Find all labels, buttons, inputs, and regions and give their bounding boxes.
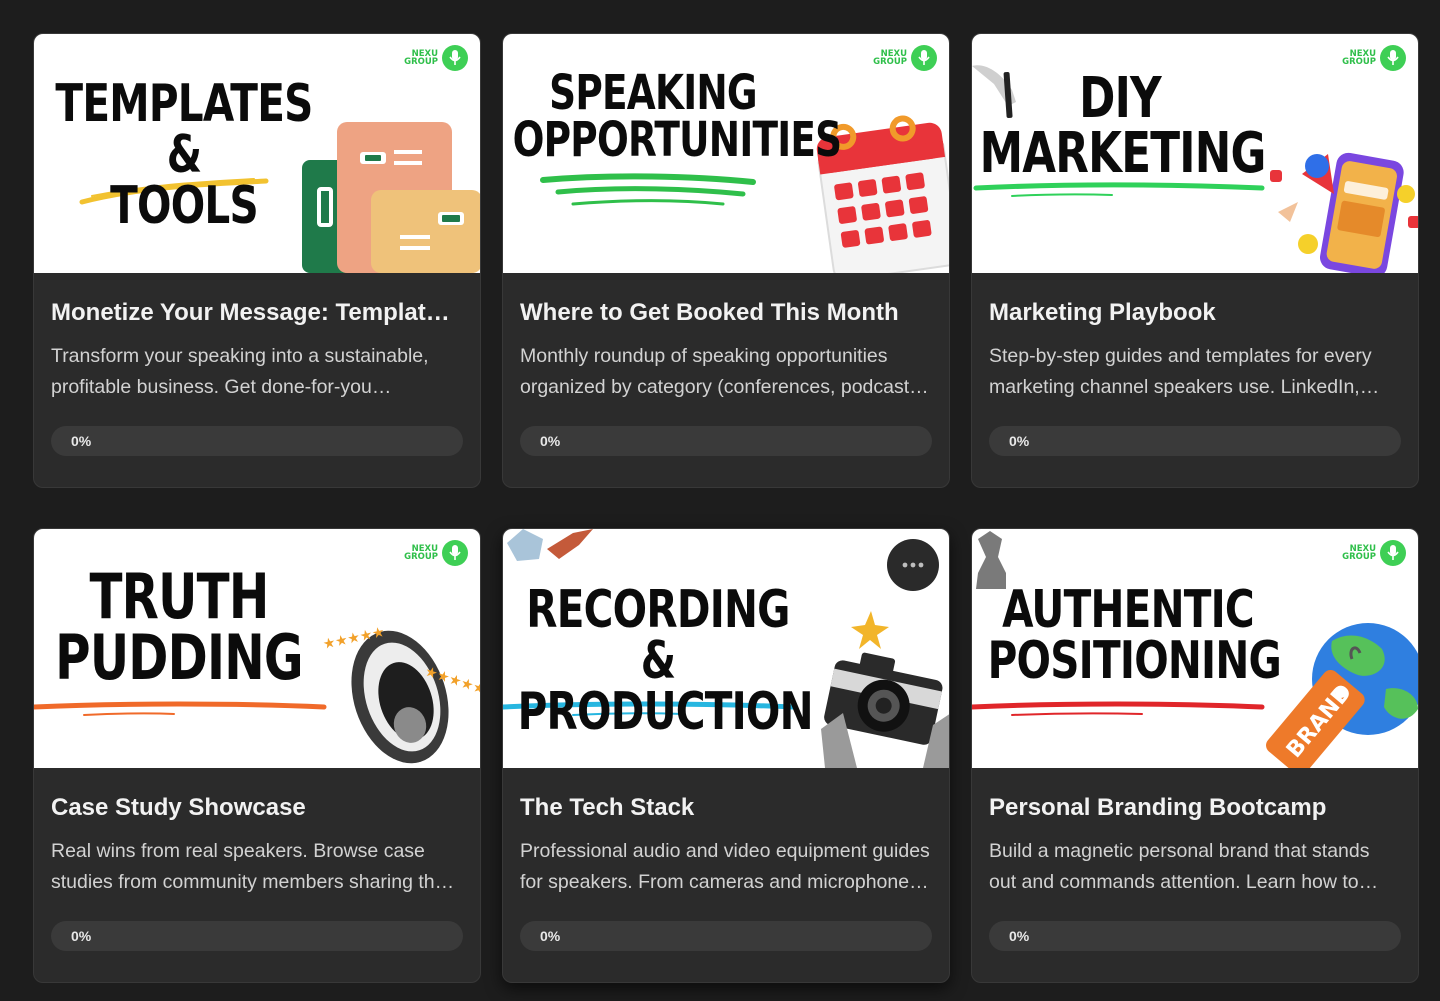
course-card[interactable]: DIY MARKETING NEXU GROUP Marketing Playbo… [971,33,1419,488]
progress-label: 0% [1009,433,1030,449]
progress-label: 0% [1009,928,1030,944]
progress-bar: 0% [51,921,463,951]
brand-logo: NEXU GROUP [404,540,468,566]
course-thumbnail[interactable]: ★★★★★ ★★★★★ TRUTH PUDDING NEXU GROUP [34,529,480,768]
microphone-icon [918,50,930,65]
banner-headline: TRUTH PUDDING [55,560,303,694]
progress-label: 0% [71,928,92,944]
banner-headline: TEMPLATES & TOOLS [55,74,313,236]
course-title[interactable]: Monetize Your Message: Templates & Tools [51,298,463,328]
course-card[interactable]: RECORDING & PRODUCTION The Tech Stack Pr… [502,528,950,983]
microphone-icon [1387,545,1399,560]
course-thumbnail[interactable]: RECORDING & PRODUCTION [503,529,949,768]
course-title[interactable]: The Tech Stack [520,793,932,823]
microphone-icon [449,50,461,65]
brand-logo: NEXU GROUP [1342,45,1406,71]
course-description: Real wins from real speakers. Browse cas… [51,840,457,893]
course-description: Transform your speaking into a sustainab… [51,345,429,398]
progress-bar: 0% [989,426,1401,456]
course-card[interactable]: TEMPLATES & TOOLS NEXU GROUP Monetize You… [33,33,481,488]
more-options-button[interactable] [887,539,939,591]
microphone-icon [449,545,461,560]
course-card[interactable]: SPEAKING OPPORTUNITIES NEXU GROUP Where t… [502,33,950,488]
progress-label: 0% [540,433,561,449]
banner-headline: AUTHENTIC POSITIONING [987,580,1282,691]
banner-headline: SPEAKING OPPORTUNITIES [512,65,843,169]
course-description: Step-by-step guides and templates for ev… [989,345,1372,398]
course-description: Build a magnetic personal brand that sta… [989,840,1370,893]
progress-label: 0% [71,433,92,449]
progress-label: 0% [540,928,561,944]
course-title[interactable]: Personal Branding Bootcamp [989,793,1401,823]
course-thumbnail[interactable]: DIY MARKETING NEXU GROUP [972,34,1418,273]
progress-bar: 0% [51,426,463,456]
course-description: Professional audio and video equipment g… [520,840,930,893]
course-title[interactable]: Where to Get Booked This Month [520,298,932,328]
course-description: Monthly roundup of speaking opportunitie… [520,345,919,398]
progress-bar: 0% [520,426,932,456]
banner-headline: RECORDING & PRODUCTION [517,580,814,742]
progress-bar: 0% [520,921,932,951]
course-card[interactable]: ★★★★★ ★★★★★ TRUTH PUDDING NEXU GROUP Case… [33,528,481,983]
progress-bar: 0% [989,921,1401,951]
course-title[interactable]: Case Study Showcase [51,793,463,823]
more-horizontal-icon [902,562,924,568]
banner-headline: DIY MARKETING [979,66,1267,186]
course-thumbnail[interactable]: BRAND AUTHENTIC POSITIONING NEXU GROUP [972,529,1418,768]
course-thumbnail[interactable]: TEMPLATES & TOOLS NEXU GROUP [34,34,480,273]
brand-logo: NEXU GROUP [1342,540,1406,566]
course-card[interactable]: BRAND AUTHENTIC POSITIONING NEXU GROUP Pe… [971,528,1419,983]
course-thumbnail[interactable]: SPEAKING OPPORTUNITIES NEXU GROUP [503,34,949,273]
brand-logo: NEXU GROUP [873,45,937,71]
brand-logo: NEXU GROUP [404,45,468,71]
course-title[interactable]: Marketing Playbook [989,298,1401,328]
microphone-icon [1387,50,1399,65]
